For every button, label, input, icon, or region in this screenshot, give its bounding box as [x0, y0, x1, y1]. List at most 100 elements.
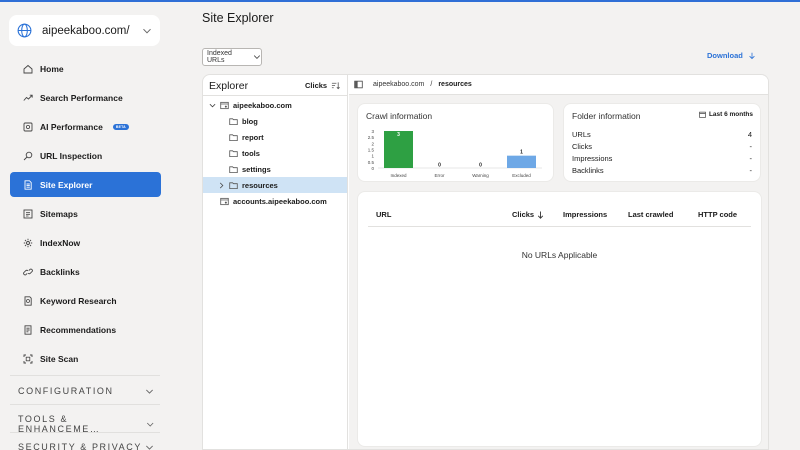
folder-stat-value: -: [749, 166, 753, 175]
y-tick-label: 0: [371, 166, 374, 171]
category-label: Excluded: [512, 173, 531, 178]
explorer-title: Explorer: [209, 80, 249, 92]
section-tools[interactable]: TOOLS & ENHANCEME…: [18, 414, 154, 434]
chevron-down-icon[interactable]: [209, 102, 216, 109]
breadcrumb-root[interactable]: aipeekaboo.com: [373, 81, 424, 88]
explorer-tree-pane: Explorer Clicks aipeekaboo.com blog report…: [203, 75, 348, 449]
gear-icon: [23, 238, 33, 247]
download-label: Download: [707, 51, 743, 60]
website-icon: [220, 101, 229, 109]
sidebar-item-label: Home: [40, 63, 64, 74]
chevron-down-icon: [253, 55, 261, 59]
sidebar-item-backlinks[interactable]: Backlinks: [10, 259, 161, 284]
download-button[interactable]: Download: [707, 51, 756, 60]
folder-stat-row: URLs 4: [572, 130, 752, 139]
sidebar-item-indexnow[interactable]: IndexNow: [10, 230, 161, 255]
folder-icon: [229, 149, 238, 157]
sidebar-item-site-explorer[interactable]: Site Explorer: [10, 172, 161, 197]
breadcrumb: aipeekaboo.com / resources: [349, 75, 768, 95]
section-configuration[interactable]: CONFIGURATION: [18, 386, 154, 396]
tree-item-label: blog: [242, 116, 258, 126]
column-last-crawled[interactable]: Last crawled: [628, 210, 673, 219]
sort-by-clicks-button[interactable]: Clicks: [305, 81, 340, 90]
empty-state-message: No URLs Applicable: [521, 250, 598, 260]
tree-item[interactable]: blog: [203, 113, 347, 129]
section-tools-label: TOOLS & ENHANCEME…: [18, 414, 101, 434]
sidebar-nav: Home Search Performance AI Performance BETA…: [10, 56, 161, 375]
sidebar-item-keyword-research[interactable]: Keyword Research: [10, 288, 161, 313]
sidebar-divider: [10, 404, 160, 405]
sort-descending-icon: [537, 211, 544, 219]
y-tick-label: 2.5: [368, 135, 375, 140]
column-impressions[interactable]: Impressions: [563, 210, 607, 219]
category-label: Warning: [472, 173, 489, 178]
sidebar-item-recommendations[interactable]: Recommendations: [10, 317, 161, 342]
folder-stat-value: 4: [747, 130, 752, 139]
chevron-right-icon[interactable]: [218, 182, 225, 189]
dock-panel-icon[interactable]: [354, 80, 363, 89]
calendar-icon: [699, 111, 706, 118]
y-tick-label: 1: [371, 154, 374, 159]
section-security[interactable]: SECURITY & PRIVACY: [18, 442, 154, 450]
sidebar-item-site-scan[interactable]: Site Scan: [10, 346, 161, 371]
sidebar-item-label: Keyword Research: [40, 295, 117, 306]
period-label: Last 6 months: [708, 111, 753, 118]
column-clicks[interactable]: Clicks: [512, 210, 544, 219]
y-tick-label: 0.5: [368, 160, 375, 165]
category-label: Error: [435, 173, 446, 178]
sidebar-item-label: Recommendations: [40, 324, 117, 335]
period-selector[interactable]: Last 6 months: [699, 111, 753, 118]
folder-stat-label: Clicks: [572, 142, 592, 151]
beta-badge: BETA: [112, 123, 129, 130]
top-accent-bar: [0, 0, 800, 2]
sidebar-item-sitemaps[interactable]: Sitemaps: [10, 201, 161, 226]
tree-item[interactable]: tools: [203, 145, 347, 161]
page-title: Site Explorer: [202, 11, 274, 25]
tree-item[interactable]: settings: [203, 161, 347, 177]
tree-item-label: report: [242, 132, 264, 142]
folder-icon: [229, 133, 238, 141]
url-filter-dropdown[interactable]: Indexed URLs: [202, 48, 262, 66]
trend-icon: [23, 94, 33, 101]
tree-item[interactable]: aipeekaboo.com: [203, 97, 347, 113]
bar-value-label: 1: [520, 150, 523, 156]
sidebar-divider: [10, 375, 160, 376]
chevron-down-icon: [143, 28, 151, 34]
category-label: Indexed: [390, 173, 407, 178]
crawl-information-card: Crawl information 3 2.5 2 1.5 1 0.5 0 3 Indexed 0…: [357, 103, 554, 182]
y-tick-label: 3: [371, 129, 374, 134]
tree-item[interactable]: resources: [203, 177, 347, 193]
bar-excluded: [507, 155, 536, 168]
folder-icon: [229, 181, 238, 189]
column-http-code[interactable]: HTTP code: [698, 210, 737, 219]
tree-item[interactable]: accounts.aipeekaboo.com: [203, 193, 347, 209]
sidebar-item-search-performance[interactable]: Search Performance: [10, 85, 161, 110]
table-header-divider: [368, 226, 751, 227]
folder-stat-value: -: [749, 154, 753, 163]
tree-item-label: resources: [242, 180, 278, 190]
section-security-label: SECURITY & PRIVACY: [18, 442, 142, 450]
folder-stat-label: URLs: [572, 130, 591, 139]
sort-icon: [332, 82, 340, 90]
site-selector[interactable]: aipeekaboo.com/: [9, 15, 160, 46]
crawl-chart: 32.521.510.503Indexed0Error0Warning1Excl…: [368, 129, 542, 178]
folder-icon: [229, 165, 238, 173]
sidebar-item-url-inspection[interactable]: URL Inspection: [10, 143, 161, 168]
chevron-down-icon: [146, 422, 154, 427]
tree-item-label: aipeekaboo.com: [233, 100, 292, 110]
sort-label: Clicks: [305, 81, 328, 90]
doc-search-icon: [24, 295, 32, 306]
sidebar-item-ai-performance[interactable]: AI Performance BETA: [10, 114, 161, 139]
tree-item[interactable]: report: [203, 129, 347, 145]
tree-item-label: tools: [242, 148, 260, 158]
sidebar-item-label: Site Explorer: [40, 179, 93, 190]
sidebar-divider: [10, 432, 160, 433]
document-icon: [24, 179, 32, 190]
column-url[interactable]: URL: [376, 210, 391, 219]
ai-icon: [23, 122, 33, 131]
column-clicks-label: Clicks: [512, 210, 535, 219]
sidebar-item-home[interactable]: Home: [10, 56, 161, 81]
section-configuration-label: CONFIGURATION: [18, 386, 114, 396]
bar-value-label: 0: [479, 163, 482, 169]
chevron-down-icon: [146, 445, 153, 450]
